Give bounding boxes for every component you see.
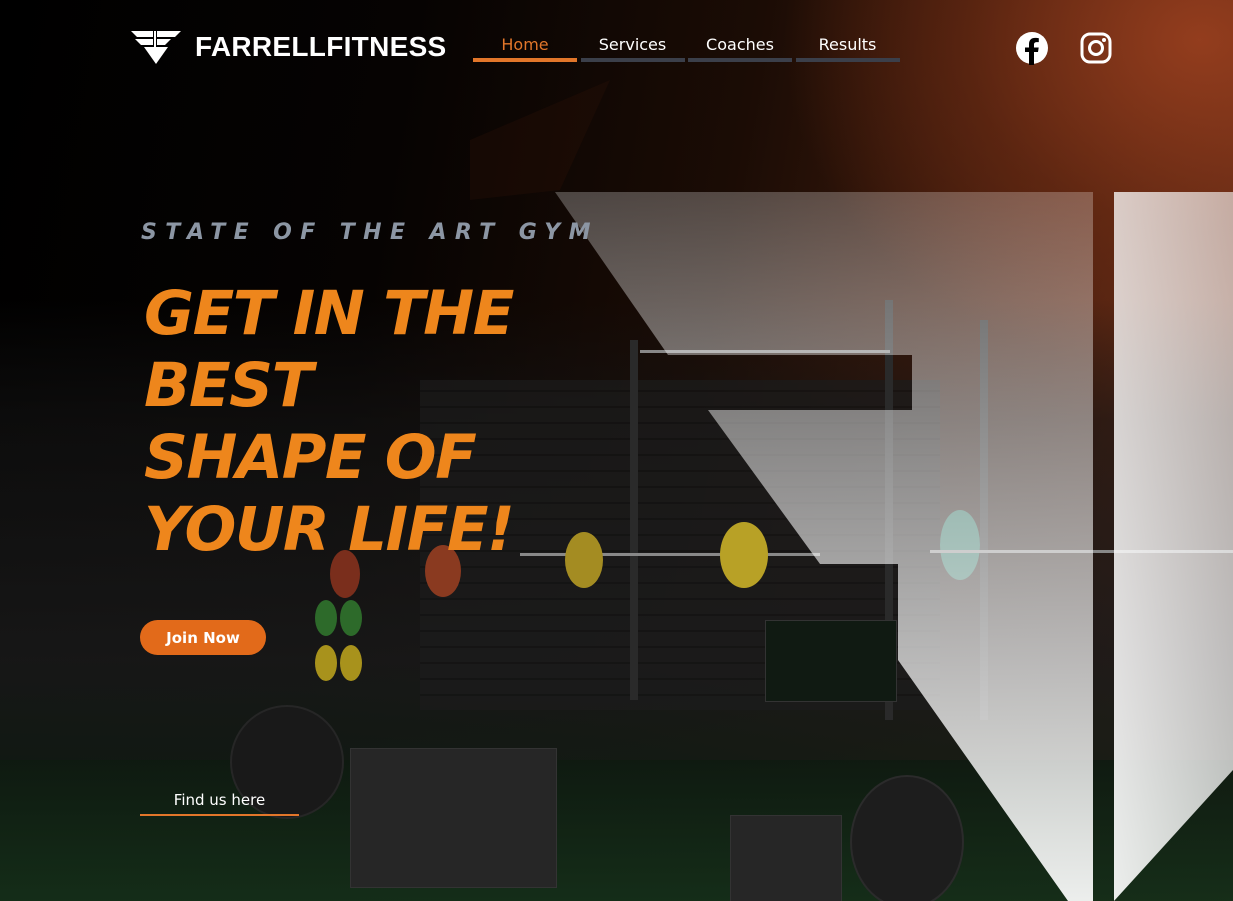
mirror (765, 620, 897, 702)
farrell-logo-icon (131, 31, 181, 64)
yellow-plate (720, 522, 768, 588)
nav-services[interactable]: Services (580, 36, 685, 62)
green-plate (315, 600, 337, 636)
facebook-icon[interactable] (1015, 31, 1049, 65)
bumper-plate (850, 775, 964, 901)
nav-results[interactable]: Results (795, 36, 900, 62)
headline-line: BEST (144, 350, 313, 421)
plyo-box (350, 748, 557, 888)
main-nav: Home Services Coaches Results (473, 36, 903, 62)
instagram-icon[interactable] (1079, 31, 1113, 65)
gym-floor (0, 760, 1233, 901)
hero-section: FARRELLFITNESS Home Services Coaches Res… (0, 0, 1233, 901)
hero-headline: GET IN THE BEST SHAPE OF YOUR LIFE! (144, 278, 604, 566)
nav-coaches[interactable]: Coaches (688, 36, 792, 62)
plyo-box (730, 815, 842, 901)
join-now-button[interactable]: Join Now (140, 620, 266, 655)
green-plate (940, 510, 980, 580)
headline-line: SHAPE OF (144, 422, 477, 493)
brand[interactable]: FARRELLFITNESS (131, 29, 447, 65)
hero-eyebrow: STATE OF THE ART GYM (141, 220, 599, 245)
rack-post (630, 340, 638, 700)
barbell (930, 550, 1233, 553)
find-us-link[interactable]: Find us here (140, 788, 299, 816)
rack-post (980, 320, 988, 720)
nav-home[interactable]: Home (473, 36, 577, 62)
brand-name: FARRELLFITNESS (195, 31, 447, 62)
pullup-bar (640, 350, 890, 353)
yellow-plate (340, 645, 362, 681)
green-plate (340, 600, 362, 636)
headline-line: GET IN THE (144, 278, 514, 349)
headline-line: YOUR LIFE! (144, 494, 515, 565)
yellow-plate (315, 645, 337, 681)
site-header: FARRELLFITNESS Home Services Coaches Res… (0, 0, 1233, 90)
